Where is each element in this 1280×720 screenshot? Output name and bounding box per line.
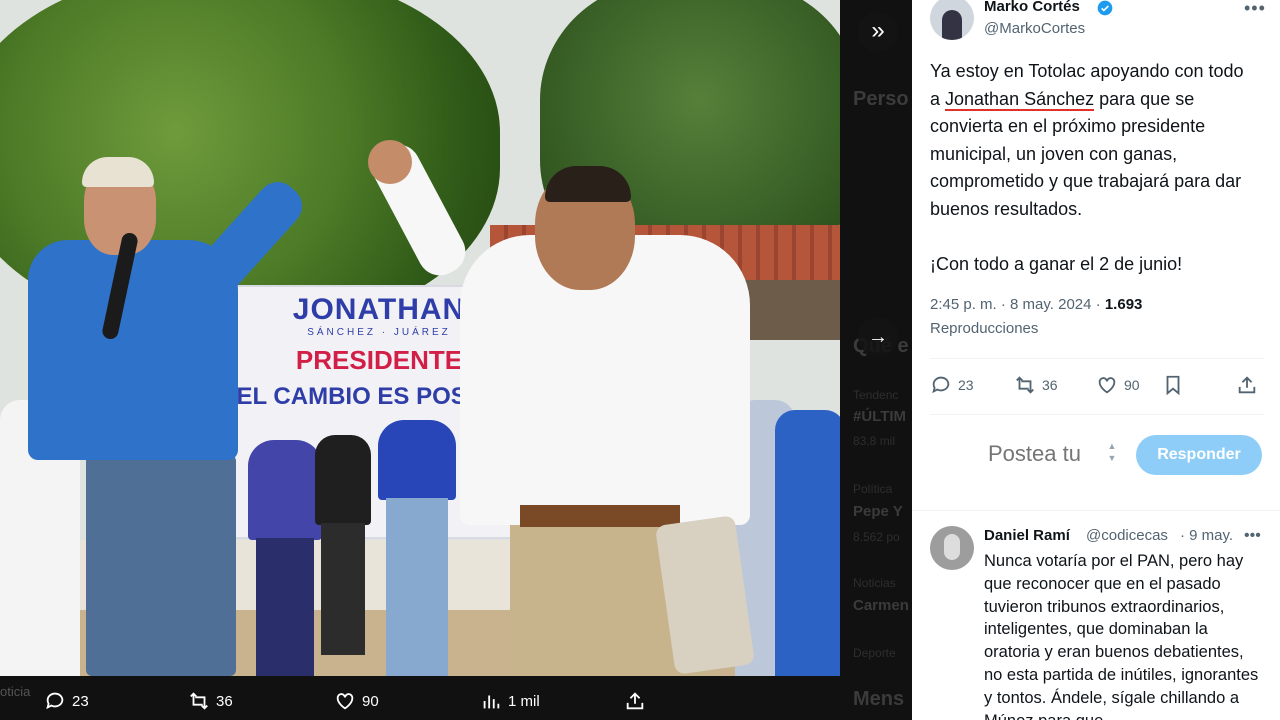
reply-submit-button[interactable]: Responder — [1136, 435, 1262, 475]
heart-icon — [1098, 377, 1116, 394]
mention-link[interactable]: Jonathan Sánchez — [945, 88, 1095, 111]
tweet-photo[interactable]: JONATHAN SÁNCHEZ · JUÁREZ PRESIDENTE EL … — [0, 0, 840, 676]
bg-news-fragment: oticia — [0, 684, 31, 699]
media-reply-button[interactable]: 23 — [44, 690, 89, 712]
tweet-detail-panel: Marko Cortés @MarkoCortes ••• Ya estoy e… — [912, 0, 1280, 720]
bystander-blue-shirt — [378, 420, 456, 676]
tweet-action-bar: 23 36 90 — [930, 374, 1264, 400]
reply-more-options-icon[interactable]: ••• — [1244, 527, 1261, 545]
reply-input[interactable] — [986, 440, 1110, 468]
speaker-legs — [86, 455, 236, 676]
more-options-icon[interactable]: ••• — [1244, 0, 1266, 19]
candidate-belt — [520, 505, 680, 527]
share-button[interactable] — [1236, 374, 1264, 396]
views-label: Reproducciones — [930, 320, 1039, 337]
reply-author-name[interactable]: Daniel Ramí — [984, 527, 1070, 544]
reply-date[interactable]: · 9 may. — [1180, 527, 1233, 544]
background-page: Perso Qué e Tendenc #ÚLTIM 83,8 mil Polí… — [853, 88, 909, 711]
view-count: 1.693 — [1104, 296, 1143, 313]
tweet-timestamp[interactable]: 2:45 p. m. · 8 may. 2024 · 1.693 — [930, 296, 1142, 313]
reply-text: Nunca votaría por el PAN, pero hay que r… — [984, 552, 1259, 720]
bookmark-icon — [1166, 375, 1180, 396]
reply-icon — [932, 376, 950, 394]
double-chevron-right-icon: » — [871, 17, 885, 44]
reply-icon — [46, 692, 64, 710]
like-button[interactable]: 90 — [1096, 374, 1140, 396]
heart-icon — [336, 693, 354, 710]
scroll-stepper-icon[interactable]: ▲ ▼ — [1104, 440, 1120, 470]
repost-icon — [190, 692, 208, 710]
next-media-button[interactable]: → — [858, 317, 898, 357]
reply-author-avatar[interactable] — [930, 526, 974, 570]
share-icon — [626, 692, 644, 710]
collapse-panel-button[interactable]: » — [858, 12, 898, 52]
reply-button[interactable]: 23 — [930, 374, 974, 396]
media-repost-button[interactable]: 36 — [188, 690, 233, 712]
media-views-button[interactable]: 1 mil — [480, 690, 540, 712]
author-name[interactable]: Marko Cortés — [984, 0, 1080, 15]
bystanders-right — [735, 380, 840, 676]
divider — [930, 358, 1264, 359]
bg-persons-heading: Perso — [853, 88, 909, 110]
reply-author-handle[interactable]: @codicecas — [1086, 527, 1168, 544]
bar-chart-icon — [483, 695, 500, 709]
speaker-cap — [82, 157, 154, 187]
raised-hands — [368, 140, 412, 184]
share-icon — [1238, 376, 1256, 394]
author-avatar[interactable] — [930, 0, 974, 40]
media-like-button[interactable]: 90 — [334, 690, 379, 712]
author-handle[interactable]: @MarkoCortes — [984, 20, 1085, 37]
verified-badge-icon — [1097, 0, 1113, 16]
arrow-right-icon: → — [868, 326, 888, 348]
media-viewer: JONATHAN SÁNCHEZ · JUÁREZ PRESIDENTE EL … — [0, 0, 912, 720]
tweet-text: Ya estoy en Totolac apoyando con todo a … — [930, 61, 1249, 274]
repost-button[interactable]: 36 — [1014, 374, 1058, 396]
bg-messages[interactable]: Mens — [853, 688, 904, 711]
media-share-button[interactable] — [624, 690, 652, 712]
bookmark-button[interactable] — [1162, 374, 1190, 396]
divider — [912, 510, 1280, 511]
bystander-vest — [248, 440, 322, 676]
repost-icon — [1016, 376, 1034, 394]
divider — [930, 414, 1264, 415]
bystander-camera — [315, 435, 371, 655]
